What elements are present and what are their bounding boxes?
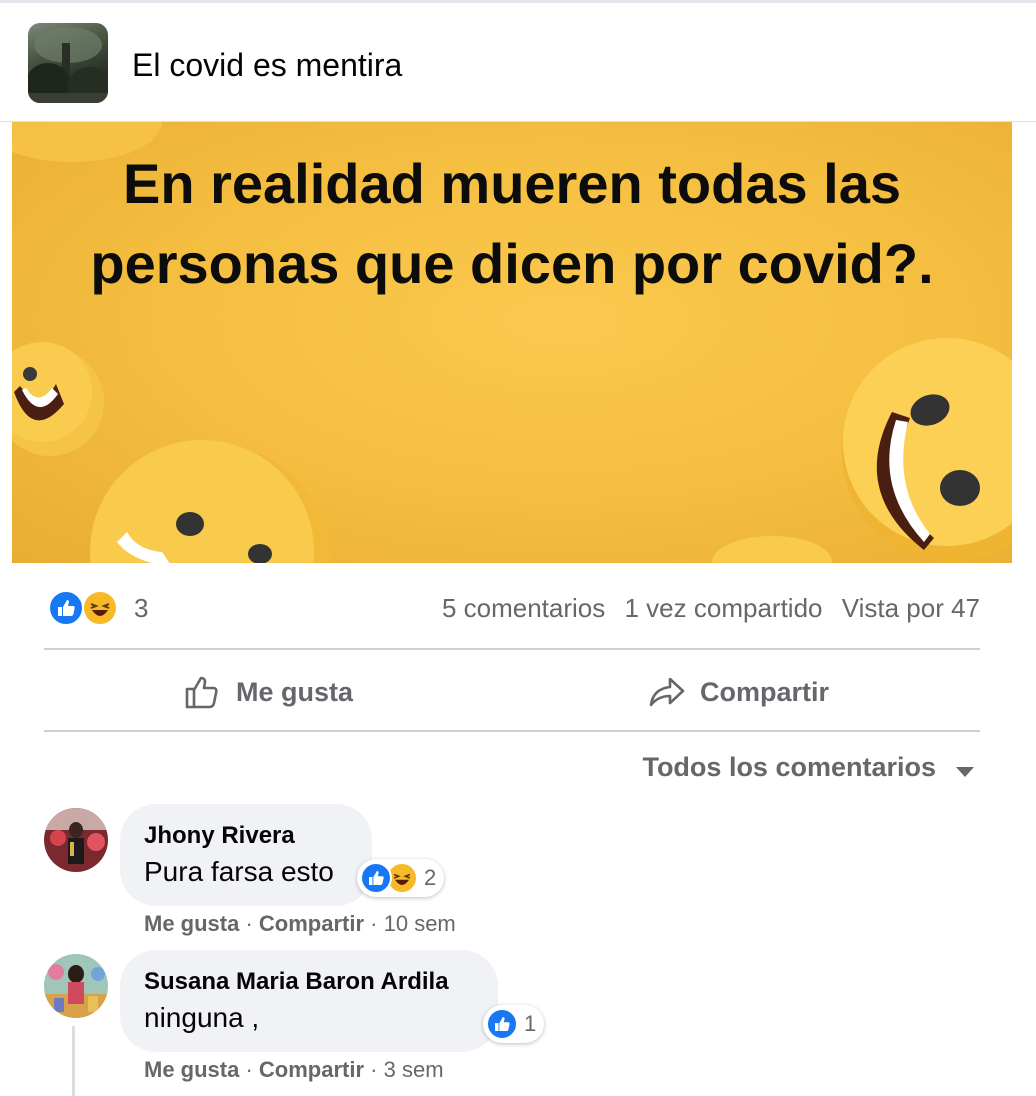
comment-text: ninguna , <box>144 1002 260 1033</box>
avatar[interactable] <box>44 954 108 1018</box>
separator: · <box>239 1057 259 1082</box>
comment-reaction-count: 1 <box>524 1011 537 1036</box>
comment-share-link[interactable]: Compartir <box>259 1057 364 1082</box>
comment-time[interactable]: 3 sem <box>384 1057 444 1082</box>
comments-count[interactable]: 5 comentarios <box>442 593 605 623</box>
post-text-line-2: personas que dicen por covid?. <box>90 232 934 295</box>
separator: · <box>239 911 259 936</box>
reply-thread-line <box>72 1026 75 1096</box>
comment-bubble: Susana Maria Baron Ardila ninguna , <box>120 950 498 1052</box>
like-button[interactable]: Me gusta <box>184 668 353 716</box>
comment-reactions[interactable]: 2 <box>357 859 445 897</box>
comment-author[interactable]: Jhony Rivera <box>144 822 295 850</box>
avatar[interactable] <box>44 808 108 872</box>
comment-text: Pura farsa esto <box>144 856 334 887</box>
page-avatar[interactable] <box>28 23 108 103</box>
comments-sort-dropdown[interactable]: Todos los comentarios <box>642 752 936 783</box>
share-button[interactable]: Compartir <box>648 668 829 716</box>
post-text: En realidad mueren todas las personas qu… <box>12 144 1012 304</box>
haha-icon[interactable] <box>82 590 118 626</box>
page-avatar-photo <box>28 27 108 103</box>
separator: · <box>364 911 384 936</box>
like-icon <box>486 1008 518 1040</box>
comment-author[interactable]: Susana Maria Baron Ardila <box>144 968 449 996</box>
comment-like-link[interactable]: Me gusta <box>144 911 239 936</box>
post-stats: 3 5 comentarios 1 vez compartido Vista p… <box>44 586 980 630</box>
page-title[interactable]: El covid es mentira <box>132 47 402 84</box>
divider <box>44 648 980 650</box>
chevron-down-icon[interactable] <box>956 767 974 777</box>
shares-count[interactable]: 1 vez compartido <box>625 593 823 623</box>
reaction-count[interactable]: 3 <box>134 593 148 624</box>
stats-right: 5 comentarios 1 vez compartido Vista por… <box>430 593 980 624</box>
separator: · <box>364 1057 384 1082</box>
page-header: El covid es mentira <box>0 0 1036 122</box>
views-count: Vista por 47 <box>841 593 980 623</box>
like-icon <box>360 862 392 894</box>
divider <box>44 730 980 732</box>
comment-share-link[interactable]: Compartir <box>259 911 364 936</box>
share-arrow-icon <box>649 677 685 707</box>
post-text-line-1: En realidad mueren todas las <box>122 152 902 215</box>
comment-time[interactable]: 10 sem <box>384 911 456 936</box>
like-icon[interactable] <box>48 590 84 626</box>
like-label: Me gusta <box>236 676 354 707</box>
share-label: Compartir <box>700 676 830 707</box>
thumbs-up-icon <box>185 676 218 709</box>
comment-bubble: Jhony Rivera Pura farsa esto <box>120 804 372 906</box>
comment-reactions[interactable]: 1 <box>483 1005 545 1043</box>
comment-like-link[interactable]: Me gusta <box>144 1057 239 1082</box>
comment-reaction-count: 2 <box>424 865 437 890</box>
comment-actions: Me gusta · Compartir · 10 sem <box>144 911 456 937</box>
comment-actions: Me gusta · Compartir · 3 sem <box>144 1057 444 1083</box>
post-image[interactable]: En realidad mueren todas las personas qu… <box>12 122 1012 563</box>
